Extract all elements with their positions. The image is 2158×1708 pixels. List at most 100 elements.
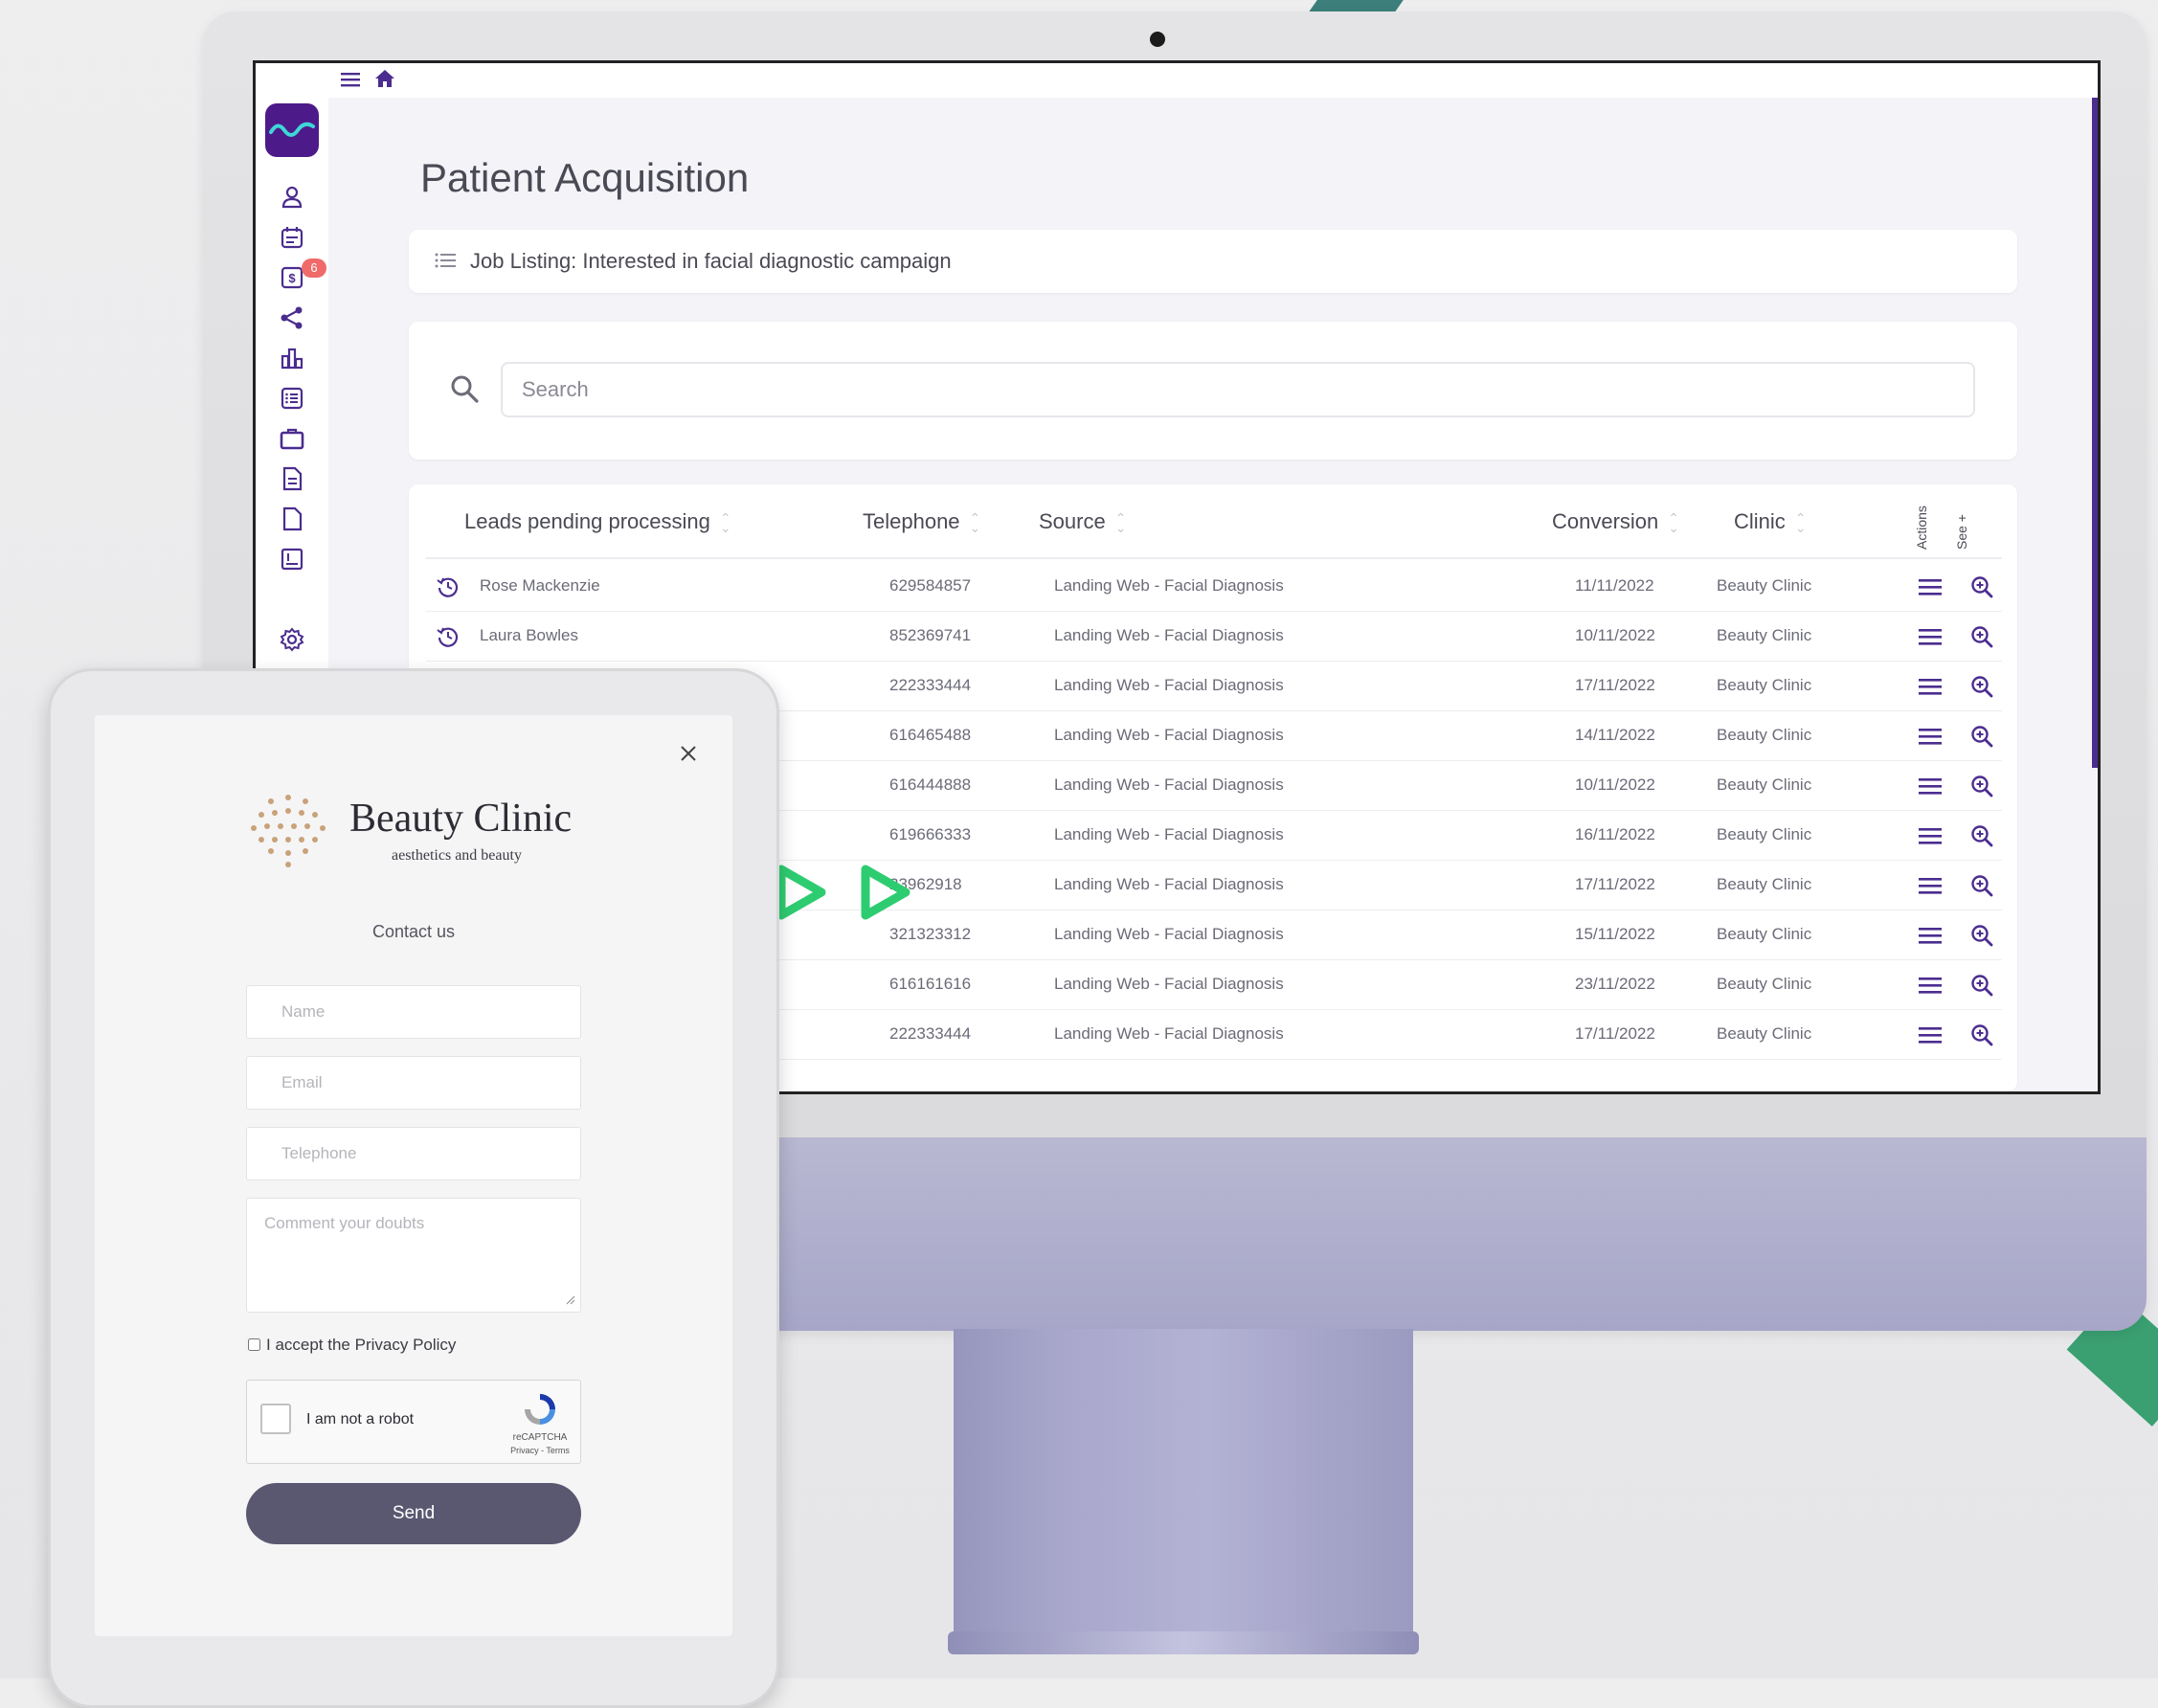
report-icon[interactable]: [279, 546, 305, 573]
lead-conversion-date: 15/11/2022: [1575, 925, 1655, 943]
email-field[interactable]: [246, 1056, 581, 1110]
brand-tagline: aesthetics and beauty: [392, 847, 522, 864]
lead-source: Landing Web - Facial Diagnosis: [1054, 975, 1284, 993]
actions-menu-icon[interactable]: [1918, 825, 1943, 846]
lead-clinic: Beauty Clinic: [1717, 1024, 1812, 1043]
column-header-actions: Actions: [1914, 506, 1929, 550]
captcha-terms-link[interactable]: Privacy - Terms: [500, 1446, 580, 1455]
lead-source: Landing Web - Facial Diagnosis: [1054, 875, 1284, 893]
lead-conversion-date: 10/11/2022: [1575, 626, 1655, 644]
contact-form-screen: Beauty Clinic aesthetics and beauty Cont…: [95, 715, 732, 1636]
zoom-in-icon[interactable]: [1969, 823, 1994, 848]
zoom-in-icon[interactable]: [1969, 873, 1994, 898]
resize-handle-icon[interactable]: [564, 1293, 575, 1305]
sort-icon[interactable]: ⌃ ⌄: [1668, 511, 1679, 534]
document-icon[interactable]: [279, 465, 305, 492]
name-field[interactable]: [246, 985, 581, 1039]
scrollbar[interactable]: [2092, 98, 2098, 768]
job-listing-card: Job Listing: Interested in facial diagno…: [409, 230, 2017, 293]
column-header-source[interactable]: Source ⌃ ⌄: [1039, 509, 1126, 534]
column-header-leads[interactable]: Leads pending processing ⌃ ⌄: [464, 509, 731, 534]
sort-icon[interactable]: ⌃ ⌄: [1115, 511, 1127, 534]
lead-telephone: 616444888: [889, 775, 972, 794]
zoom-in-icon[interactable]: [1969, 973, 1994, 998]
send-button[interactable]: Send: [246, 1483, 581, 1544]
telephone-field[interactable]: [246, 1127, 581, 1180]
zoom-in-icon[interactable]: [1969, 674, 1994, 699]
lead-clinic: Beauty Clinic: [1717, 825, 1812, 843]
column-header-telephone-label: Telephone: [863, 509, 960, 533]
zoom-in-icon[interactable]: [1969, 923, 1994, 948]
app-logo[interactable]: [265, 103, 319, 157]
actions-menu-icon[interactable]: [1918, 975, 1943, 996]
sort-icon[interactable]: ⌃ ⌄: [720, 511, 731, 534]
bar-chart-icon[interactable]: [279, 345, 305, 371]
actions-menu-icon[interactable]: [1918, 1024, 1943, 1045]
checklist-icon[interactable]: [279, 385, 305, 412]
lead-source: Landing Web - Facial Diagnosis: [1054, 576, 1284, 595]
lead-source: Landing Web - Facial Diagnosis: [1054, 1024, 1284, 1043]
header-divider: [426, 557, 2002, 559]
sort-icon[interactable]: ⌃ ⌄: [1795, 511, 1807, 534]
actions-menu-icon[interactable]: [1918, 775, 1943, 797]
search-card: [409, 322, 2017, 460]
column-header-conversion[interactable]: Conversion ⌃ ⌄: [1552, 509, 1679, 534]
privacy-label: I accept the Privacy Policy: [266, 1336, 457, 1354]
zoom-in-icon[interactable]: [1969, 1023, 1994, 1047]
column-header-telephone[interactable]: Telephone ⌃ ⌄: [863, 509, 980, 534]
zoom-in-icon[interactable]: [1969, 574, 1994, 599]
zoom-in-icon[interactable]: [1969, 624, 1994, 649]
user-icon[interactable]: [279, 184, 305, 211]
lead-telephone: 852369741: [889, 626, 972, 644]
privacy-checkbox[interactable]: [248, 1338, 260, 1351]
briefcase-icon[interactable]: [279, 425, 305, 452]
table-row[interactable]: Laura Bowles 852369741 Landing Web - Facia…: [426, 613, 2002, 662]
table-row[interactable]: Rose Mackenzie 629584857 Landing Web - Fac…: [426, 563, 2002, 612]
lead-clinic: Beauty Clinic: [1717, 775, 1812, 794]
imac-stand-foot: [948, 1631, 1419, 1654]
share-icon[interactable]: [279, 304, 305, 331]
column-header-source-label: Source: [1039, 509, 1106, 533]
close-icon[interactable]: [677, 742, 700, 765]
settings-gear-icon[interactable]: [279, 626, 305, 653]
calendar-icon[interactable]: [279, 224, 305, 251]
lead-clinic: Beauty Clinic: [1717, 875, 1812, 893]
home-icon[interactable]: [374, 68, 395, 89]
brand-name: Beauty Clinic: [349, 797, 573, 841]
lead-source: Landing Web - Facial Diagnosis: [1054, 726, 1284, 744]
lead-telephone: 321323312: [889, 925, 972, 943]
actions-menu-icon[interactable]: [1918, 676, 1943, 697]
captcha-checkbox[interactable]: [260, 1404, 291, 1434]
lead-conversion-date: 10/11/2022: [1575, 775, 1655, 794]
lead-conversion-date: 16/11/2022: [1575, 825, 1655, 843]
privacy-policy-checkbox[interactable]: I accept the Privacy Policy: [248, 1336, 456, 1355]
recaptcha-widget: I am not a robot reCAPTCHA Privacy - Ter…: [246, 1380, 581, 1464]
actions-menu-icon[interactable]: [1918, 726, 1943, 747]
actions-menu-icon[interactable]: [1918, 875, 1943, 896]
history-icon: [437, 577, 459, 597]
lead-name[interactable]: Rose Mackenzie: [480, 576, 600, 596]
captcha-label: I am not a robot: [306, 1411, 415, 1427]
search-input[interactable]: [501, 362, 1975, 417]
lead-telephone: 619666333: [889, 825, 972, 843]
hamburger-menu-icon[interactable]: [340, 69, 361, 90]
lead-telephone: 629584857: [889, 576, 972, 595]
svg-text:$: $: [288, 271, 296, 285]
contact-title: Contact us: [371, 922, 456, 941]
actions-menu-icon[interactable]: [1918, 576, 1943, 597]
lead-name[interactable]: Laura Bowles: [480, 626, 578, 645]
lead-source: Landing Web - Facial Diagnosis: [1054, 925, 1284, 943]
wave-logo-icon: [269, 122, 315, 137]
column-header-clinic[interactable]: Clinic ⌃ ⌄: [1734, 509, 1807, 534]
file-icon[interactable]: [279, 506, 305, 532]
lead-telephone: 222333444: [889, 1024, 972, 1043]
lead-clinic: Beauty Clinic: [1717, 676, 1812, 694]
zoom-in-icon[interactable]: [1969, 774, 1994, 798]
actions-menu-icon[interactable]: [1918, 925, 1943, 946]
imac-stand: [954, 1329, 1413, 1645]
page-title: Patient Acquisition: [420, 155, 750, 200]
comment-field[interactable]: [246, 1198, 581, 1313]
sort-icon[interactable]: ⌃ ⌄: [970, 511, 981, 534]
actions-menu-icon[interactable]: [1918, 626, 1943, 647]
zoom-in-icon[interactable]: [1969, 724, 1994, 749]
